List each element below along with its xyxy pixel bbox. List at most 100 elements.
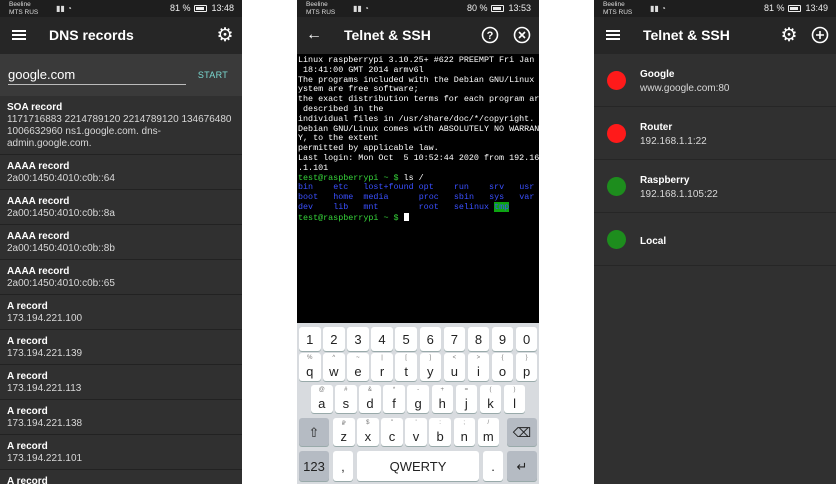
dns-record-row[interactable]: A record 173.194.221.100 xyxy=(0,295,242,330)
letter-key[interactable]: (k xyxy=(479,385,502,413)
shift-key[interactable]: ⇧ xyxy=(299,418,329,446)
ls-entry: sys xyxy=(489,192,505,203)
letter-key[interactable]: > i xyxy=(467,353,490,381)
host-row[interactable]: Router 192.168.1.1:22 xyxy=(594,107,836,160)
add-icon[interactable] xyxy=(809,24,831,46)
letter-key[interactable]: / m xyxy=(477,418,500,446)
back-arrow-icon[interactable]: ← xyxy=(303,24,325,46)
settings-gear-icon[interactable]: ⚙ xyxy=(214,24,236,46)
number-key[interactable]: 5 xyxy=(395,327,417,351)
letter-key[interactable]: ~ e xyxy=(347,353,369,381)
dns-record-row[interactable]: A record 173.194.221.113 xyxy=(0,365,242,400)
help-icon[interactable]: ? xyxy=(479,24,501,46)
menu-icon[interactable] xyxy=(602,24,624,46)
letter-key[interactable]: < u xyxy=(443,353,466,381)
letter-key[interactable]: ) l xyxy=(503,385,526,413)
key-char: 9 xyxy=(498,331,507,347)
record-type: SOA record xyxy=(7,102,63,113)
dns-record-row[interactable]: A record 173.194.221.139 xyxy=(0,330,242,365)
records-list[interactable]: SOA record 1171716883 2214789120 22147891… xyxy=(0,96,242,484)
number-key[interactable]: 6 xyxy=(419,327,441,351)
key-char: d xyxy=(366,396,374,411)
hosts-screen: Beeline MTS RUS ▮▮ ◔ 81 % 13:49 Telnet & S… xyxy=(594,0,836,484)
menu-icon[interactable] xyxy=(8,24,30,46)
dns-record-row[interactable]: AAAA record 2a00:1450:4010:c0b::65 xyxy=(0,260,242,295)
letter-key[interactable]: @ a xyxy=(311,385,333,413)
number-key[interactable]: 3 xyxy=(347,327,369,351)
settings-gear-icon[interactable]: ⚙ xyxy=(778,24,800,46)
number-key[interactable]: 1 xyxy=(299,327,321,351)
letter-key[interactable]: :b xyxy=(429,418,451,446)
key-secondary-char: @ xyxy=(318,387,325,393)
period-key[interactable]: . xyxy=(483,451,503,481)
host-row[interactable]: Local xyxy=(594,213,836,266)
terminal-output[interactable]: Linux raspberrypi 3.10.25+ #622 PREEMPT … xyxy=(297,54,539,323)
number-key[interactable]: 4 xyxy=(371,327,393,351)
letter-key[interactable]: ^ w xyxy=(323,353,345,381)
letter-key[interactable]: ; n xyxy=(453,418,475,446)
letter-key[interactable]: % q xyxy=(299,353,321,381)
letter-key[interactable]: {o xyxy=(491,353,514,381)
comma-key[interactable]: ‚ xyxy=(333,451,353,481)
letter-key[interactable]: = j xyxy=(455,385,478,413)
key-secondary-char: * xyxy=(392,387,396,393)
space-key[interactable]: QWERTY xyxy=(357,451,479,481)
carrier-1: Beeline xyxy=(603,1,625,8)
domain-input[interactable]: google.com xyxy=(8,67,186,85)
start-button[interactable]: START xyxy=(198,70,228,80)
number-key[interactable]: 9 xyxy=(491,327,514,351)
letter-key[interactable]: # s xyxy=(335,385,357,413)
status-bar: Beeline MTS RUS ▮▮ ◔ 81 % 13:48 xyxy=(0,0,242,17)
record-type: AAAA record xyxy=(7,231,70,242)
letter-key[interactable]: } p xyxy=(515,353,538,381)
key-secondary-char: ~ xyxy=(356,355,360,361)
record-type: A record xyxy=(7,336,48,347)
backspace-key[interactable]: ⌫ xyxy=(507,418,537,446)
letter-key[interactable]: ' v xyxy=(405,418,427,446)
host-row[interactable]: Raspberry 192.168.1.105:22 xyxy=(594,160,836,213)
dns-record-row[interactable]: AAAA record 2a00:1450:4010:c0b::8a xyxy=(0,190,242,225)
dns-record-row[interactable]: AAAA record 2a00:1450:4010:c0b::64 xyxy=(0,155,242,190)
key-secondary-char: & xyxy=(367,387,372,393)
letter-key[interactable]: $ x xyxy=(357,418,379,446)
key-secondary-char: ) xyxy=(513,387,516,393)
battery-level: 80 % xyxy=(466,3,488,13)
letter-key[interactable]: [t xyxy=(395,353,417,381)
letter-key[interactable]: + h xyxy=(431,385,453,413)
key-char: b xyxy=(436,429,444,444)
letter-key[interactable]: * f xyxy=(383,385,405,413)
app-bar: Telnet & SSH ⚙ xyxy=(594,17,836,54)
close-icon[interactable] xyxy=(511,24,533,46)
host-row[interactable]: Google www.google.com:80 xyxy=(594,54,836,107)
dns-record-row[interactable]: AAAA record 2a00:1450:4010:c0b::8b xyxy=(0,225,242,260)
dns-record-row[interactable]: A record xyxy=(0,470,242,484)
letter-key[interactable]: ₽ z xyxy=(333,418,355,446)
number-key[interactable]: 8 xyxy=(467,327,490,351)
key-char: m xyxy=(482,429,494,444)
status-dot-icon xyxy=(607,124,626,143)
key-char: e xyxy=(354,364,362,379)
letter-key[interactable]: & d xyxy=(359,385,381,413)
letter-key[interactable]: " c xyxy=(381,418,403,446)
number-key[interactable]: 2 xyxy=(323,327,345,351)
mode-123-key[interactable]: 123 xyxy=(299,451,329,481)
host-address: www.google.com:80 xyxy=(640,83,730,94)
record-type: A record xyxy=(7,371,48,382)
battery-icon xyxy=(491,4,505,12)
key-secondary-char: [ xyxy=(405,355,407,361)
carrier-2: MTS RUS xyxy=(603,8,633,16)
number-key[interactable]: 0 xyxy=(515,327,538,351)
dns-record-row[interactable]: A record 173.194.221.138 xyxy=(0,400,242,435)
letter-key[interactable]: | r xyxy=(371,353,393,381)
ls-entry: tmp xyxy=(494,201,510,212)
key-char: r xyxy=(379,364,385,379)
letter-key[interactable]: -g xyxy=(407,385,429,413)
letter-key[interactable]: ] y xyxy=(419,353,441,381)
number-key[interactable]: 7 xyxy=(443,327,466,351)
dns-record-row[interactable]: A record 173.194.221.101 xyxy=(0,435,242,470)
terminal-line: Last login: Mon Oct 5 10:52:44 2020 from… xyxy=(298,152,539,163)
key-char: a xyxy=(318,396,326,411)
dns-record-row[interactable]: SOA record 1171716883 2214789120 22147891… xyxy=(0,96,242,155)
enter-key[interactable]: ↵ xyxy=(507,451,537,481)
key-char: v xyxy=(412,429,420,444)
